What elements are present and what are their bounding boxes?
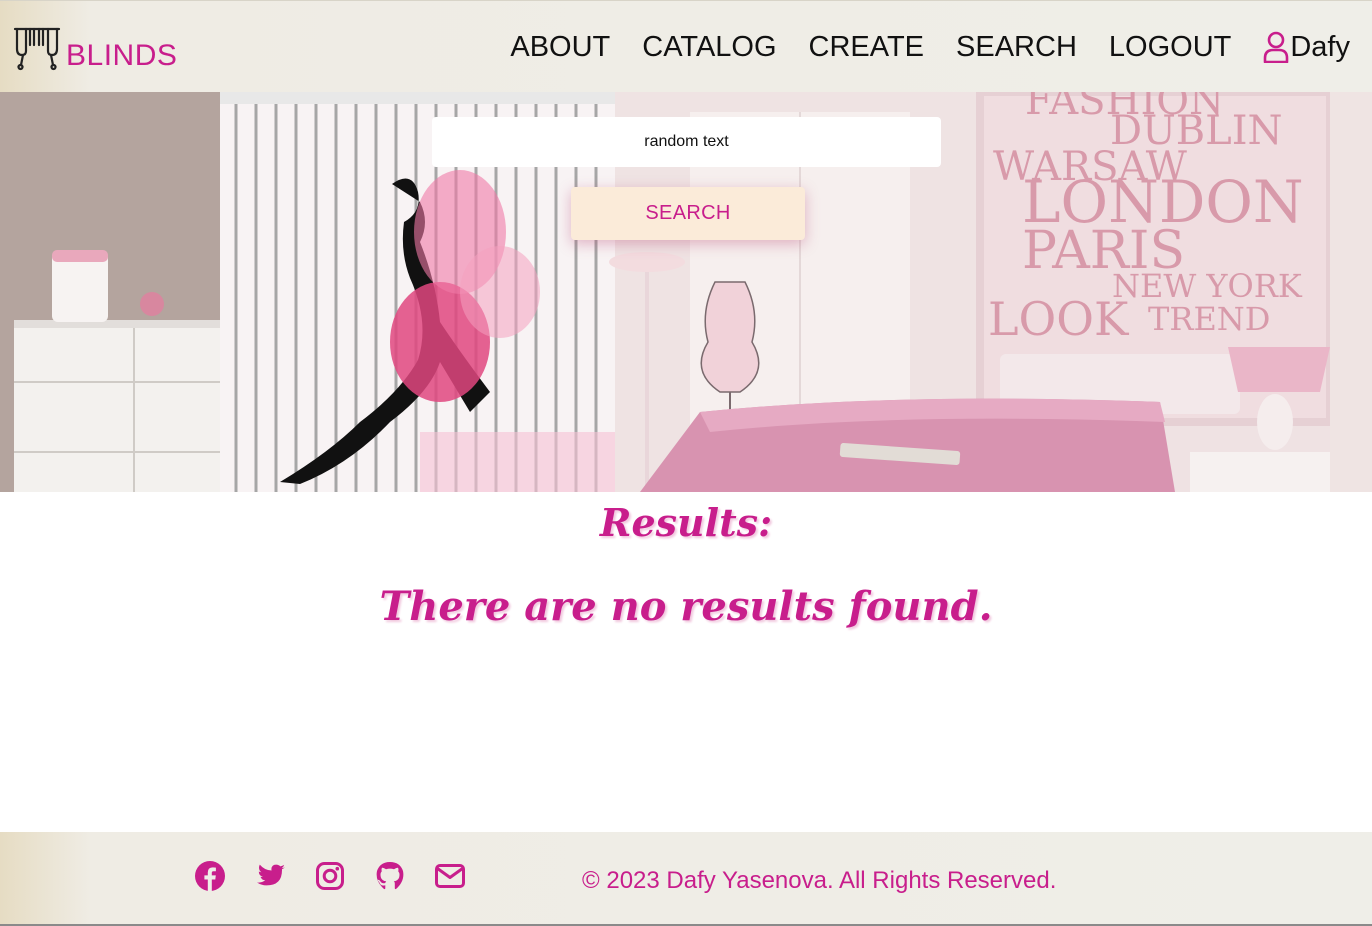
nav-create[interactable]: CREATE [809, 29, 924, 65]
search-button[interactable]: SEARCH [571, 187, 805, 240]
wall-word: LOOK [988, 292, 1130, 346]
nav-user-profile[interactable]: Dafy [1263, 31, 1350, 64]
no-results-message: There are no results found. [379, 583, 993, 630]
brand-logo-link[interactable]: BLINDS [12, 21, 177, 71]
search-input[interactable] [432, 117, 941, 167]
curtains-icon [13, 27, 61, 71]
site-header: BLINDS ABOUT CATALOG CREATE SEARCH LOGOU… [0, 0, 1372, 92]
nav-search[interactable]: SEARCH [956, 29, 1077, 65]
nav-logout[interactable]: LOGOUT [1109, 29, 1231, 65]
mail-icon[interactable] [434, 860, 466, 892]
site-footer: © 2023 Dafy Yasenova. All Rights Reserve… [0, 832, 1372, 926]
twitter-icon[interactable] [254, 860, 286, 892]
nav-catalog[interactable]: CATALOG [642, 29, 776, 65]
user-icon [1264, 31, 1289, 63]
brand-name: BLINDS [66, 39, 178, 72]
hero-banner: FASHION DUBLIN WARSAW LONDON PARIS NEW YORK LO… [0, 92, 1372, 492]
wall-word: TREND [1148, 300, 1270, 338]
user-name: Dafy [1290, 30, 1350, 63]
github-icon[interactable] [374, 860, 406, 892]
copyright-text: © 2023 Dafy Yasenova. All Rights Reserve… [582, 867, 1057, 894]
nav-about[interactable]: ABOUT [510, 29, 610, 65]
facebook-icon[interactable] [194, 860, 226, 892]
main-nav: ABOUT CATALOG CREATE SEARCH LOGOUT Dafy [478, 29, 1350, 65]
results-heading: Results: [599, 500, 773, 545]
instagram-icon[interactable] [314, 860, 346, 892]
page: BLINDS ABOUT CATALOG CREATE SEARCH LOGOU… [0, 0, 1372, 926]
